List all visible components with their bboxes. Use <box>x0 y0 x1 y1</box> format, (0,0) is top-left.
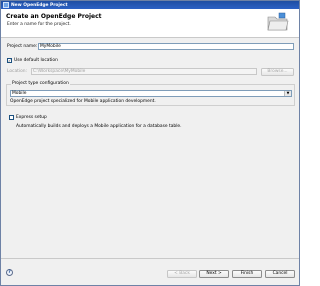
project-name-label: Project name: <box>7 44 38 49</box>
project-type-description: OpenEdge project specialized for Mobile … <box>10 99 156 104</box>
window-title: New OpenEdge Project <box>11 2 68 8</box>
express-setup-label: Express setup <box>16 115 47 120</box>
next-button[interactable]: Next > <box>199 270 229 278</box>
cancel-button[interactable]: Cancel <box>265 270 295 278</box>
project-type-select[interactable]: Mobile ▼ <box>10 90 292 97</box>
use-default-location-checkbox[interactable]: ✓ <box>7 58 12 63</box>
location-input[interactable]: C:\Workspace\MyMobile <box>31 68 257 75</box>
page-subtitle: Enter a name for the project. <box>7 22 71 27</box>
project-type-group-title: Project type configuration <box>11 81 70 86</box>
location-label: Location: <box>7 69 28 74</box>
wizard-window: New OpenEdge Project Create an OpenEdge … <box>0 0 300 286</box>
project-type-group: Project type configuration Mobile ▼ Open… <box>6 81 295 106</box>
browse-button[interactable]: Browse... <box>261 68 294 76</box>
express-setup-checkbox[interactable] <box>9 115 14 120</box>
footer-separator <box>1 258 299 259</box>
chevron-down-icon[interactable]: ▼ <box>284 91 291 96</box>
help-icon[interactable]: ? <box>6 269 13 276</box>
title-bar: New OpenEdge Project <box>1 1 299 9</box>
app-icon <box>3 2 9 8</box>
page-title: Create an OpenEdge Project <box>6 13 102 20</box>
use-default-location-label: Use default location <box>14 58 58 63</box>
wizard-header: Create an OpenEdge Project Enter a name … <box>1 9 299 38</box>
finish-button[interactable]: Finish <box>232 270 262 278</box>
back-button[interactable]: < Back <box>167 270 197 278</box>
express-setup-description: Automatically builds and deploys a Mobil… <box>16 124 182 129</box>
project-type-selected: Mobile <box>12 91 27 96</box>
wizard-content: Project name: MyMobile ✓ Use default loc… <box>1 38 299 259</box>
project-name-input[interactable]: MyMobile <box>38 43 294 50</box>
folder-icon <box>267 12 289 31</box>
